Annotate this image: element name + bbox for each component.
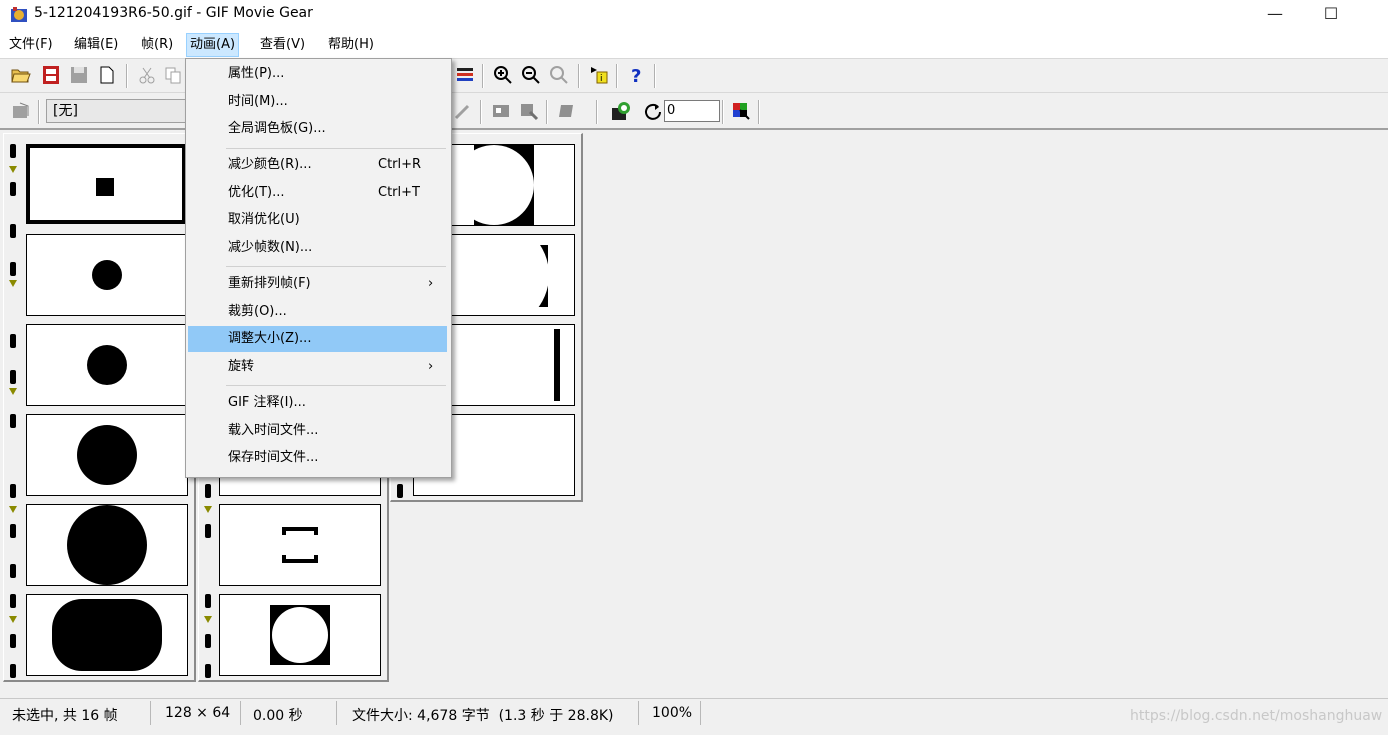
menu-item-reduce-colors[interactable]: 减少颜色(R)... Ctrl+R <box>188 152 447 178</box>
frame-delete-icon[interactable] <box>556 100 578 122</box>
status-zoom: 100% <box>652 705 693 721</box>
frame-props-icon[interactable] <box>10 100 32 122</box>
app-icon[interactable] <box>10 6 28 24</box>
frame-thumb[interactable] <box>26 324 188 406</box>
transparency-icon[interactable] <box>452 100 474 122</box>
status-dimensions: 128 × 64 <box>165 705 231 721</box>
zoom-reset-icon[interactable] <box>548 64 570 86</box>
submenu-arrow-icon: › <box>428 359 434 374</box>
menu-item-resize[interactable]: 调整大小(Z)... <box>188 326 447 352</box>
svg-text:i: i <box>600 74 603 84</box>
maximize-button[interactable]: ☐ <box>1308 0 1354 30</box>
disposal-combo[interactable]: [无] <box>46 99 194 123</box>
menu-item-properties[interactable]: 属性(P)... <box>188 61 447 87</box>
menu-animation[interactable]: 动画(A) <box>186 33 240 57</box>
menu-item-save-timing[interactable]: 保存时间文件... <box>188 445 447 471</box>
frame-insert-icon[interactable] <box>490 100 512 122</box>
loop-icon[interactable] <box>642 100 664 122</box>
status-selection: 未选中, 共 16 帧 <box>12 708 118 724</box>
svg-text:?: ? <box>631 66 641 86</box>
open-folder-icon[interactable] <box>10 64 32 86</box>
align-icon[interactable] <box>454 64 476 86</box>
menu-edit[interactable]: 编辑(E) <box>71 34 121 56</box>
menu-item-reduce-frames[interactable]: 减少帧数(N)... <box>188 235 447 261</box>
watermark: https://blog.csdn.net/moshanghuaw <box>1130 708 1383 724</box>
animation-menu: 属性(P)... 时间(M)... 全局调色板(G)... 减少颜色(R)...… <box>185 58 452 478</box>
menu-item-load-timing[interactable]: 载入时间文件... <box>188 418 447 444</box>
menu-item-rotate[interactable]: 旋转 › <box>188 354 447 380</box>
cut-icon[interactable] <box>136 64 158 86</box>
save-icon[interactable] <box>68 64 90 86</box>
menu-help[interactable]: 帮助(H) <box>325 34 377 56</box>
filmstrip-column-1 <box>3 133 196 682</box>
menu-item-unoptimize[interactable]: 取消优化(U) <box>188 207 447 233</box>
menu-item-global-palette[interactable]: 全局调色板(G)... <box>188 116 447 142</box>
submenu-arrow-icon: › <box>428 276 434 291</box>
frame-thumb[interactable] <box>26 234 188 316</box>
frame-thumb[interactable] <box>219 594 381 676</box>
palette-icon[interactable] <box>730 100 752 122</box>
menu-item-crop[interactable]: 裁剪(O)... <box>188 299 447 325</box>
window-title: 5-121204193R6-50.gif - GIF Movie Gear <box>34 5 313 21</box>
menu-bar: 文件(F) 编辑(E) 帧(R) 动画(A) 查看(V) 帮助(H) <box>0 30 1388 58</box>
frame-thumb[interactable] <box>26 504 188 586</box>
frame-thumb[interactable] <box>26 144 186 224</box>
menu-item-gif-comment[interactable]: GIF 注释(I)... <box>188 390 447 416</box>
menu-view[interactable]: 查看(V) <box>257 34 308 56</box>
frame-thumb[interactable] <box>219 504 381 586</box>
menu-item-timing[interactable]: 时间(M)... <box>188 89 447 115</box>
menu-frame[interactable]: 帧(R) <box>138 34 176 56</box>
status-duration: 0.00 秒 <box>253 708 303 724</box>
minimize-button[interactable]: — <box>1252 0 1298 30</box>
zoom-out-icon[interactable] <box>520 64 542 86</box>
help-icon[interactable]: ? <box>626 64 648 87</box>
filmstrip-icon[interactable] <box>40 64 62 86</box>
status-file-size: 文件大小: 4,678 字节 (1.3 秒 于 28.8K) <box>352 708 614 724</box>
menu-file[interactable]: 文件(F) <box>6 34 56 56</box>
loop-count-input[interactable]: 0 <box>664 100 720 122</box>
play-icon[interactable] <box>610 100 632 122</box>
zoom-in-icon[interactable] <box>492 64 514 86</box>
frame-edit-icon[interactable] <box>518 100 540 122</box>
info-icon[interactable]: i <box>588 64 610 86</box>
title-bar: 5-121204193R6-50.gif - GIF Movie Gear — … <box>0 0 1388 30</box>
menu-item-optimize[interactable]: 优化(T)... Ctrl+T <box>188 180 447 206</box>
menu-item-reorder-frames[interactable]: 重新排列帧(F) › <box>188 271 447 297</box>
copy-icon[interactable] <box>162 64 184 86</box>
frame-thumb[interactable] <box>26 414 188 496</box>
frame-thumb[interactable] <box>26 594 188 676</box>
new-file-icon[interactable] <box>96 64 118 86</box>
